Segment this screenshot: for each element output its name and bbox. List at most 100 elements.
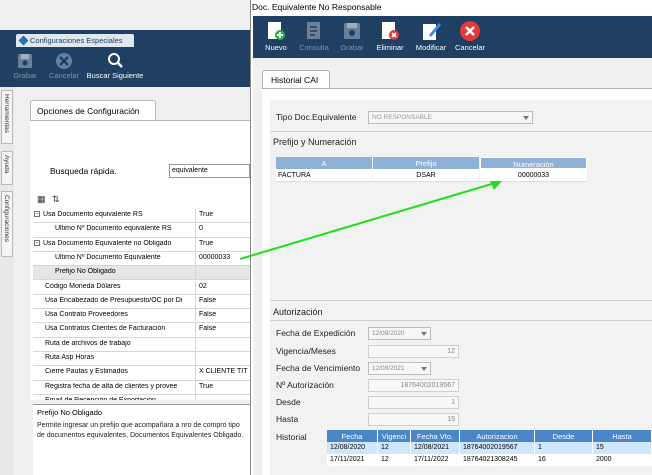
property-row[interactable]: Ruta Asp Horas	[33, 352, 250, 367]
table-cell[interactable]: 1	[535, 442, 593, 454]
save-button[interactable]: Grabar	[10, 52, 40, 80]
autorizacion-field[interactable]: 18764002019567	[368, 379, 459, 392]
hasta-field[interactable]: 15	[368, 413, 459, 426]
property-row[interactable]: Ruta de archivos de trabajo	[33, 337, 250, 352]
property-grid: - Usa Documento equivalente RS True Ultimo …	[33, 209, 250, 400]
column-header[interactable]: A	[276, 157, 372, 169]
property-row[interactable]: - Usa Documento equivalente RS True	[33, 209, 250, 224]
property-value[interactable]: 02	[199, 283, 250, 290]
hasta-label: Hasta	[276, 414, 299, 424]
property-value[interactable]: True	[199, 240, 250, 247]
cancel-button[interactable]: Cancelar	[44, 52, 84, 80]
property-row[interactable]: Código Moneda Dólares 02	[33, 280, 250, 295]
new-label: Nuevo	[265, 43, 287, 52]
column-header[interactable]: Prefijo	[373, 157, 479, 169]
collapse-toggle-icon[interactable]: -	[34, 239, 40, 246]
property-value[interactable]: False	[199, 297, 250, 304]
fecha-vencimiento-picker[interactable]: 12/08/2021	[368, 362, 431, 375]
table-cell[interactable]: 17/11/2022	[411, 454, 460, 466]
categorized-view-icon[interactable]: ▦	[37, 194, 46, 205]
property-row[interactable]: - Usa Documento Equivalente no Obligado Tr…	[33, 237, 250, 252]
property-value[interactable]: 00000033	[199, 254, 250, 261]
column-header[interactable]: Numeración	[480, 157, 587, 169]
table-cell[interactable]: 2000	[593, 454, 652, 466]
table-cell[interactable]: 18764002019567	[460, 442, 535, 454]
property-row[interactable]: Ultimo Nº Documento equivalente RS 0	[33, 223, 250, 238]
table-cell[interactable]: 17/11/2021	[327, 454, 378, 466]
property-value[interactable]: 0	[199, 225, 250, 232]
tab-opciones-configuracion[interactable]: Opciones de Configuración	[30, 100, 156, 120]
cancel-icon	[56, 53, 72, 69]
divider	[270, 131, 652, 132]
save-button[interactable]: Grabar	[337, 20, 367, 52]
property-row[interactable]: Usa Contrato Proveedores False	[33, 309, 250, 324]
property-row[interactable]: Registra fecha de alta de clientes y pro…	[33, 380, 250, 395]
table-cell[interactable]: 16	[535, 454, 593, 466]
property-value[interactable]: False	[199, 311, 250, 318]
property-row[interactable]: Usa Encabezado de Presupuesto/OC por Di F…	[33, 294, 250, 310]
tab-label: Historial CAI	[271, 75, 319, 85]
property-row[interactable]: Cierre Pautas y Estimados X CLIENTE TIT	[33, 366, 250, 381]
new-document-icon	[268, 22, 285, 40]
new-button[interactable]: Nuevo	[261, 20, 291, 52]
column-divider	[195, 280, 196, 295]
column-header[interactable]: Vigenci	[378, 430, 411, 442]
column-header[interactable]: Hasta	[593, 430, 652, 442]
cancel-button[interactable]: Cancelar	[453, 20, 487, 52]
column-header[interactable]: Fecha	[327, 430, 378, 442]
column-header[interactable]: Desde	[535, 430, 593, 442]
side-tab-herramientas[interactable]: Herramientas	[1, 90, 13, 144]
table-cell[interactable]: 12	[378, 454, 411, 466]
column-divider	[195, 337, 196, 352]
table-cell[interactable]: 12/08/2021	[411, 442, 460, 454]
property-value[interactable]: True	[199, 383, 250, 390]
property-name-text: Registra fecha de alta de clientes y pro…	[45, 382, 178, 390]
tipo-doc-select[interactable]: NO RESPONSABLE	[368, 111, 533, 124]
property-name: Ruta Asp Horas	[33, 354, 195, 361]
property-row[interactable]: Email de Recepción de Exportación	[33, 394, 250, 400]
property-name: Prefijo No Obligado	[33, 268, 195, 275]
property-row[interactable]: Prefijo No Obligado	[33, 266, 250, 281]
column-header[interactable]: Fecha Vto.	[411, 430, 460, 442]
column-divider	[195, 323, 196, 338]
property-value[interactable]: False	[199, 325, 250, 332]
delete-button[interactable]: Eliminar	[373, 20, 407, 52]
vigencia-field[interactable]: 12	[368, 345, 459, 358]
property-value[interactable]: True	[199, 211, 250, 218]
fecha-expedicion-picker[interactable]: 12/08/2020	[368, 327, 431, 340]
tab-configuraciones-especiales[interactable]: Configuraciones Especiales	[16, 34, 134, 47]
prefijo-section-title: Prefijo y Numeración	[273, 137, 357, 147]
table-cell[interactable]: FACTURA	[276, 169, 372, 182]
table-cell[interactable]: 00000033	[480, 169, 587, 182]
cancel-label: Cancelar	[48, 71, 79, 80]
collapse-toggle-icon[interactable]: -	[34, 211, 40, 218]
table-cell[interactable]: 15	[593, 442, 652, 454]
side-tab-ayuda[interactable]: Ayuda	[1, 151, 13, 185]
query-button[interactable]: Consulta	[295, 20, 333, 52]
column-header[interactable]: Autorizacion	[460, 430, 535, 442]
quick-search-input[interactable]: equivalente	[169, 164, 250, 178]
property-name-text: Ruta Asp Horas	[45, 354, 95, 361]
divider	[270, 300, 652, 301]
column-divider	[195, 223, 196, 238]
fecha-expedicion-label: Fecha de Expedición	[276, 328, 356, 338]
side-tab-configuraciones[interactable]: Configuraciones	[1, 191, 13, 257]
table-cell[interactable]: 12	[378, 442, 411, 454]
property-value[interactable]: X CLIENTE TIT	[199, 368, 250, 375]
table-cell[interactable]: 12/08/2020	[327, 442, 378, 454]
table-cell[interactable]: DSAR	[373, 169, 479, 182]
delete-label: Eliminar	[376, 43, 404, 52]
desde-field[interactable]: 1	[368, 396, 459, 409]
save-label: Grabar	[13, 71, 37, 80]
save-icon	[18, 54, 32, 68]
fecha-vencimiento-label: Fecha de Vencimiento	[276, 363, 361, 373]
autorizacion-label: Nº Autorización	[276, 380, 334, 390]
table-cell[interactable]: 18764021308245	[460, 454, 535, 466]
edit-button[interactable]: Modificar	[411, 20, 451, 52]
query-icon	[307, 22, 320, 39]
sort-alpha-icon[interactable]: ⇅	[52, 194, 60, 205]
property-row[interactable]: Usa Contratos Clientes de Facturación Fal…	[33, 323, 250, 338]
property-row[interactable]: Ultimo Nº Documento Equivalente 00000033	[33, 251, 250, 267]
tab-historial-cai[interactable]: Historial CAI	[262, 70, 330, 88]
find-next-button[interactable]: Buscar Siguiente	[84, 52, 146, 80]
